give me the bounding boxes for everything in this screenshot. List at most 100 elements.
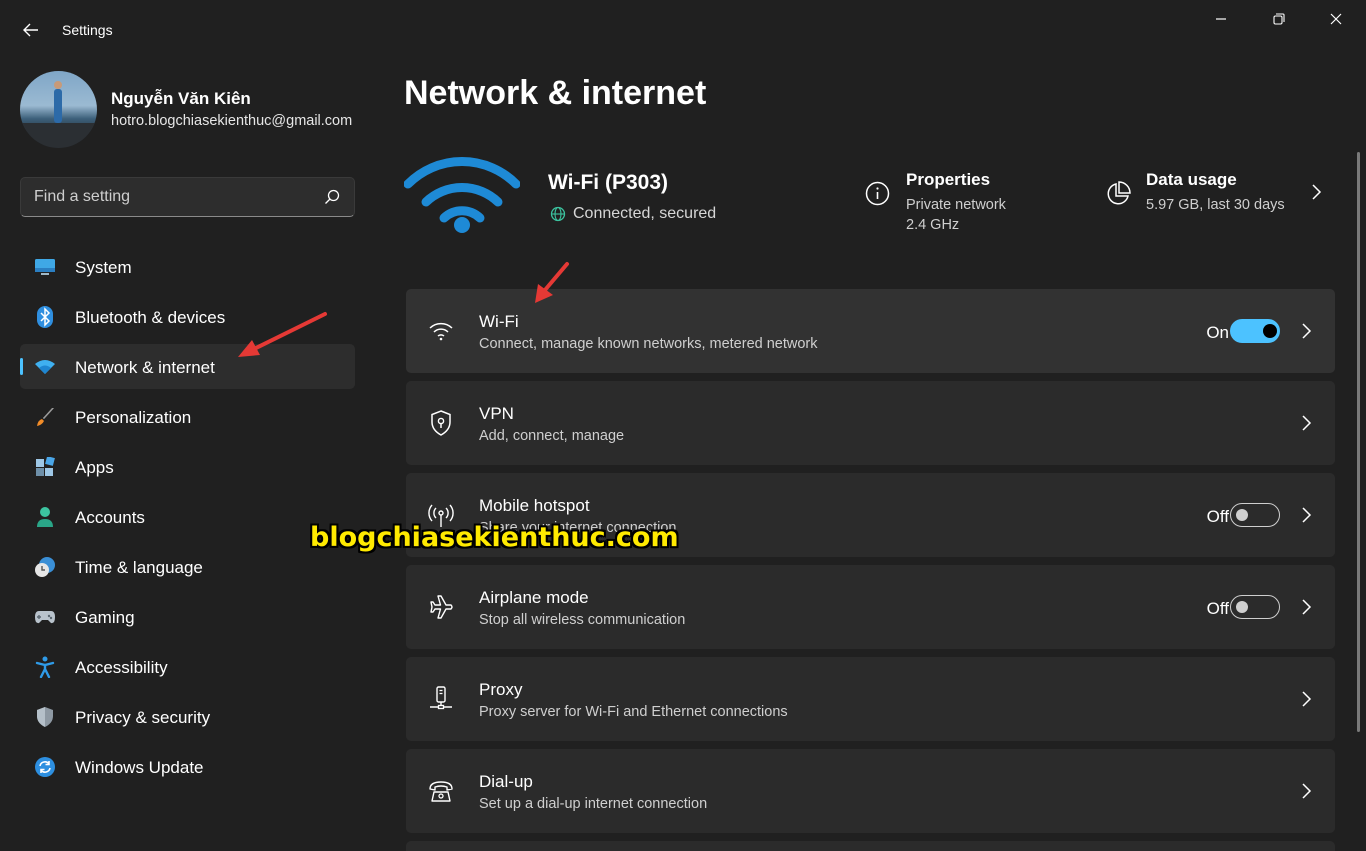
avatar-ground	[20, 123, 97, 148]
shield-icon	[34, 706, 56, 728]
properties-link[interactable]: Properties	[906, 170, 990, 190]
card-dial-up[interactable]: Dial-up Set up a dial-up internet connec…	[406, 749, 1335, 833]
sidebar-item-gaming[interactable]: Gaming	[20, 594, 355, 639]
pie-chart-icon[interactable]	[1105, 181, 1131, 207]
properties-network-type: Private network	[906, 197, 1006, 213]
card-description: Add, connect, manage	[479, 428, 625, 444]
person-icon	[34, 506, 56, 528]
user-email: hotro.blogchiasekienthuc@gmail.com	[111, 113, 353, 129]
sidebar-item-apps[interactable]: Apps	[20, 444, 355, 489]
restore-button[interactable]	[1256, 8, 1302, 30]
data-usage-link[interactable]: Data usage	[1146, 170, 1237, 190]
scrollbar[interactable]	[1357, 152, 1360, 732]
chevron-right-icon[interactable]	[1299, 690, 1313, 708]
sidebar-item-windows-update[interactable]: Windows Update	[20, 744, 355, 789]
toggle-state-label: Off	[1206, 507, 1229, 526]
toggle-state-label: Off	[1206, 599, 1229, 618]
chevron-right-icon[interactable]	[1299, 414, 1313, 432]
card-description: Stop all wireless communication	[479, 612, 686, 628]
chevron-right-icon[interactable]	[1299, 782, 1313, 800]
sidebar-item-system[interactable]: System	[20, 244, 355, 289]
page-title: Network & internet	[404, 74, 707, 112]
toggle-knob	[1236, 509, 1248, 521]
airplane-icon	[428, 594, 454, 620]
sidebar-item-label: Bluetooth & devices	[75, 308, 226, 327]
avatar-head	[54, 81, 62, 89]
card-next-partial[interactable]	[406, 841, 1335, 851]
sidebar-nav: System Bluetooth & devices Network & int…	[20, 244, 355, 794]
sidebar-item-time-language[interactable]: Time & language	[20, 544, 355, 589]
sidebar-item-personalization[interactable]: Personalization	[20, 394, 355, 439]
sidebar-item-label: Windows Update	[75, 758, 204, 777]
card-proxy[interactable]: Proxy Proxy server for Wi-Fi and Etherne…	[406, 657, 1335, 741]
data-usage-amount: 5.97 GB, last 30 days	[1146, 197, 1285, 213]
card-title: Dial-up	[479, 772, 533, 791]
card-title: Mobile hotspot	[479, 496, 590, 515]
sidebar-item-label: Apps	[75, 458, 114, 477]
network-name: Wi-Fi (P303)	[548, 171, 668, 194]
minimize-icon	[1216, 18, 1226, 20]
back-arrow-icon	[23, 23, 38, 37]
properties-band: 2.4 GHz	[906, 217, 960, 233]
card-title: Proxy	[479, 680, 523, 699]
info-icon[interactable]	[865, 181, 890, 206]
search-input[interactable]	[21, 178, 311, 216]
search-box[interactable]	[20, 177, 355, 217]
watermark: blogchiasekienthuc.com	[310, 522, 679, 553]
sidebar-item-label: System	[75, 258, 132, 277]
dialup-icon	[428, 778, 454, 804]
wifi-icon	[34, 356, 56, 378]
sidebar-item-label: Time & language	[75, 558, 203, 577]
app-title: Settings	[62, 22, 113, 38]
vpn-shield-icon	[428, 410, 454, 436]
sidebar-item-bluetooth[interactable]: Bluetooth & devices	[20, 294, 355, 339]
sidebar-item-network[interactable]: Network & internet	[20, 344, 355, 389]
accessibility-icon	[34, 656, 56, 678]
brush-icon	[34, 406, 56, 428]
toggle-state-label: On	[1206, 323, 1229, 342]
toggle-knob	[1236, 601, 1248, 613]
update-icon	[34, 756, 56, 778]
chevron-right-icon[interactable]	[1308, 183, 1324, 201]
card-title: Wi-Fi	[479, 312, 519, 331]
sidebar-item-privacy-security[interactable]: Privacy & security	[20, 694, 355, 739]
close-button[interactable]	[1313, 8, 1359, 30]
sidebar-item-accessibility[interactable]: Accessibility	[20, 644, 355, 689]
minimize-button[interactable]	[1198, 8, 1244, 30]
avatar-figure	[54, 89, 62, 123]
sidebar-item-label: Accessibility	[75, 658, 168, 677]
sidebar-item-label: Gaming	[75, 608, 135, 627]
card-wifi[interactable]: Wi-Fi Connect, manage known networks, me…	[406, 289, 1335, 373]
settings-list: Wi-Fi Connect, manage known networks, me…	[406, 289, 1335, 851]
card-airplane-mode[interactable]: Airplane mode Stop all wireless communic…	[406, 565, 1335, 649]
wifi-hero-icon	[404, 157, 520, 233]
toggle-knob	[1263, 324, 1277, 338]
apps-icon	[34, 456, 56, 478]
avatar[interactable]	[20, 71, 97, 148]
close-icon	[1330, 13, 1342, 25]
wifi-toggle[interactable]	[1230, 319, 1280, 343]
card-description: Set up a dial-up internet connection	[479, 796, 708, 812]
title-bar: Settings	[0, 0, 1366, 60]
chevron-right-icon[interactable]	[1299, 322, 1313, 340]
card-vpn[interactable]: VPN Add, connect, manage	[406, 381, 1335, 465]
sidebar-item-label: Personalization	[75, 408, 192, 427]
back-button[interactable]	[18, 18, 44, 42]
sidebar-item-accounts[interactable]: Accounts	[20, 494, 355, 539]
network-status: Connected, secured	[573, 205, 717, 222]
airplane-mode-toggle[interactable]	[1230, 595, 1280, 619]
hotspot-toggle[interactable]	[1230, 503, 1280, 527]
monitor-icon	[34, 256, 56, 278]
card-description: Connect, manage known networks, metered …	[479, 336, 818, 352]
search-icon[interactable]	[324, 189, 340, 205]
user-name: Nguyễn Văn Kiên	[111, 89, 251, 108]
chevron-right-icon[interactable]	[1299, 598, 1313, 616]
card-title: Airplane mode	[479, 588, 589, 607]
sidebar-item-label: Privacy & security	[75, 708, 211, 727]
card-description: Proxy server for Wi-Fi and Ethernet conn…	[479, 704, 788, 720]
sidebar-item-label: Accounts	[75, 508, 145, 527]
chevron-right-icon[interactable]	[1299, 506, 1313, 524]
clock-globe-icon	[34, 556, 56, 578]
gamepad-icon	[34, 606, 56, 628]
wifi-icon	[428, 318, 454, 344]
